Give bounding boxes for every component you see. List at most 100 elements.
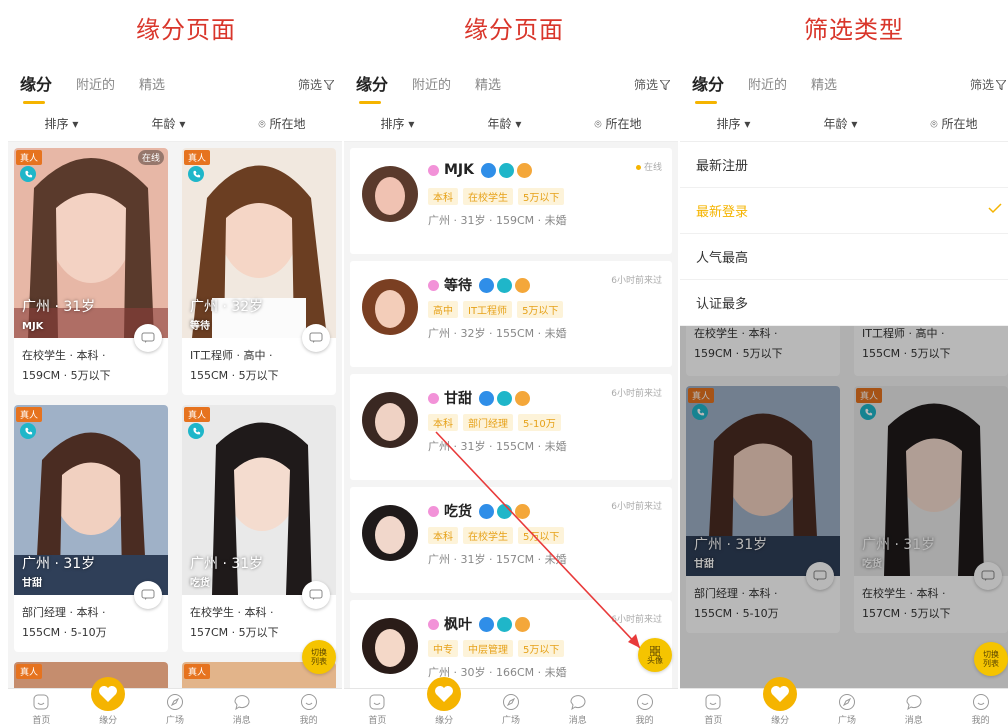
filter-button[interactable]: 筛选: [970, 76, 1006, 93]
nav-messages[interactable]: 消息: [217, 693, 267, 726]
chat-icon[interactable]: [134, 581, 162, 609]
caret-down-icon: ▾: [72, 117, 79, 131]
chat-icon[interactable]: [302, 581, 330, 609]
phone-verified-icon: [188, 423, 204, 439]
tab-featured[interactable]: 精选: [475, 74, 501, 93]
id-verified-icon: [481, 162, 496, 178]
filter-option-newest-registered[interactable]: 最新注册: [680, 142, 1008, 188]
bottom-nav: 首页 缘分 广场 消息 我的: [344, 677, 678, 728]
nav-mine[interactable]: 我的: [956, 693, 1006, 726]
nav-yuanfen[interactable]: 缘分: [83, 677, 133, 726]
option-label: 最新登录: [696, 205, 749, 220]
grid-user-card[interactable]: 真人 广州 · 32岁 等待 IT工程师 · 高中 · 155CM · 5万以下: [182, 148, 336, 395]
nav-label: 首页: [704, 716, 723, 726]
age-dropdown[interactable]: 年龄 ▾: [487, 115, 521, 132]
user-photo: 真人 广州 · 31岁 甘甜: [14, 405, 168, 595]
grid-user-card[interactable]: 真人 在线 广州 · 31岁 MJK 在校学生 · 本科 · 159CM · 5万…: [14, 148, 168, 395]
age-label: 年龄: [823, 117, 848, 131]
list-user-card[interactable]: 等待 高中 IT工程师 5万以下 广州 · 32岁 · 155CM · 未婚 6小时前来过: [350, 261, 672, 367]
user-description: 广州 · 32岁 · 155CM · 未婚: [428, 327, 567, 340]
smile-icon: [636, 694, 653, 710]
female-icon: [428, 279, 439, 291]
compass-icon: [838, 694, 855, 710]
user-tag: 5万以下: [518, 527, 565, 544]
user-photo: 真人 广州 · 31岁 吃货: [182, 405, 336, 595]
user-photo: 真人 广州 · 32岁 等待: [182, 148, 336, 338]
tab-featured[interactable]: 精选: [139, 74, 165, 93]
nav-square[interactable]: 广场: [486, 693, 536, 726]
nav-messages[interactable]: 消息: [889, 693, 939, 726]
tab-yuanfen[interactable]: 缘分: [20, 71, 52, 104]
tab-nearby[interactable]: 附近的: [748, 74, 787, 93]
location-filter[interactable]: ⌾ 所在地: [594, 115, 641, 132]
user-tag: 在校学生: [463, 527, 513, 544]
nav-yuanfen[interactable]: 缘分: [755, 677, 805, 726]
filter-button[interactable]: 筛选: [634, 76, 670, 93]
nav-label: 广场: [501, 716, 520, 726]
location-label: 所在地: [269, 117, 306, 131]
name-row: 等待: [428, 275, 530, 295]
list-user-card[interactable]: 甘甜 本科 部门经理 5-10万 广州 · 31岁 · 155CM · 未婚 6小时前来过: [350, 374, 672, 480]
name-row: 枫叶: [428, 614, 530, 634]
nav-square[interactable]: 广场: [822, 693, 872, 726]
nav-messages[interactable]: 消息: [553, 693, 603, 726]
grid-user-card[interactable]: 真人 广州 · 31岁 吃货 在校学生 · 本科 · 157CM · 5万以下: [182, 405, 336, 652]
sort-dropdown[interactable]: 排序 ▾: [717, 115, 751, 132]
grid-user-card[interactable]: 真人 广州 · 31岁 甘甜 部门经理 · 本科 · 155CM · 5-10万: [14, 405, 168, 652]
tab-yuanfen[interactable]: 缘分: [356, 71, 388, 104]
user-tag: IT工程师: [463, 301, 513, 318]
tab-nearby[interactable]: 附近的: [412, 74, 451, 93]
switch-label: 切换: [983, 650, 999, 659]
nav-home[interactable]: 首页: [688, 693, 738, 726]
nav-yuanfen[interactable]: 缘分: [419, 677, 469, 726]
phone-verified-icon: [497, 503, 512, 519]
nav-square[interactable]: 广场: [150, 693, 200, 726]
nav-mine[interactable]: 我的: [284, 693, 334, 726]
name-row: MJK: [428, 162, 532, 178]
sort-bar: 排序 ▾ 年龄 ▾ ⌾ 所在地: [344, 106, 678, 142]
list-user-card[interactable]: MJK 本科 在校学生 5万以下 广州 · 31岁 · 159CM · 未婚 在线: [350, 148, 672, 254]
filter-option-most-verified[interactable]: 认证最多: [680, 280, 1008, 326]
top-tabs: 缘分 附近的 精选 筛选: [680, 60, 1008, 106]
switch-list-button[interactable]: 切换 列表: [302, 640, 336, 674]
location-filter[interactable]: ⌾ 所在地: [930, 115, 977, 132]
age-dropdown[interactable]: 年龄 ▾: [151, 115, 185, 132]
chat-icon[interactable]: [302, 324, 330, 352]
activity-status: 在线: [635, 160, 662, 173]
female-icon: [428, 618, 439, 630]
status-text: 6小时前来过: [611, 615, 662, 625]
age-dropdown[interactable]: 年龄 ▾: [823, 115, 857, 132]
filter-button[interactable]: 筛选: [298, 76, 334, 93]
tab-nearby[interactable]: 附近的: [76, 74, 115, 93]
filter-option-most-popular[interactable]: 人气最高: [680, 234, 1008, 280]
nav-home[interactable]: 首页: [352, 693, 402, 726]
sort-dropdown[interactable]: 排序 ▾: [381, 115, 415, 132]
switch-avatar-button[interactable]: 头像: [638, 638, 672, 672]
sort-dropdown[interactable]: 排序 ▾: [45, 115, 79, 132]
filter-label: 筛选: [633, 78, 658, 92]
switch-list-button[interactable]: 切换 列表: [974, 642, 1008, 676]
list-user-card[interactable]: 吃货 本科 在校学生 5万以下 广州 · 31岁 · 157CM · 未婚 6小时前来过: [350, 487, 672, 593]
activity-status: 6小时前来过: [611, 612, 662, 625]
avatar: [362, 618, 418, 674]
panel-filter-type: 缘分 附近的 精选 筛选 排序 ▾ 年龄 ▾ ⌾ 所在地 在校学生 · 本科 ·…: [680, 60, 1008, 728]
check-icon: [988, 203, 1002, 214]
phone-verified-icon: [497, 616, 512, 632]
chat-icon[interactable]: [134, 324, 162, 352]
tab-yuanfen[interactable]: 缘分: [692, 71, 724, 104]
nav-home[interactable]: 首页: [16, 693, 66, 726]
location-label: 所在地: [605, 117, 642, 131]
nav-mine[interactable]: 我的: [620, 693, 670, 726]
location-pin-icon: ⌾: [930, 117, 938, 131]
filter-type-dropdown: 最新注册 最新登录 人气最高 认证最多: [680, 142, 1008, 326]
user-name: 甘甜: [444, 391, 472, 407]
phone-verified-icon: [20, 166, 36, 182]
tab-featured[interactable]: 精选: [811, 74, 837, 93]
info-line-2: 159CM · 5万以下: [22, 369, 111, 382]
filter-option-recent-login[interactable]: 最新登录: [680, 188, 1008, 234]
avatar: [362, 505, 418, 561]
activity-status: 6小时前来过: [611, 386, 662, 399]
location-filter[interactable]: ⌾ 所在地: [258, 115, 305, 132]
status-text: 6小时前来过: [611, 389, 662, 399]
activity-status: 6小时前来过: [611, 273, 662, 286]
